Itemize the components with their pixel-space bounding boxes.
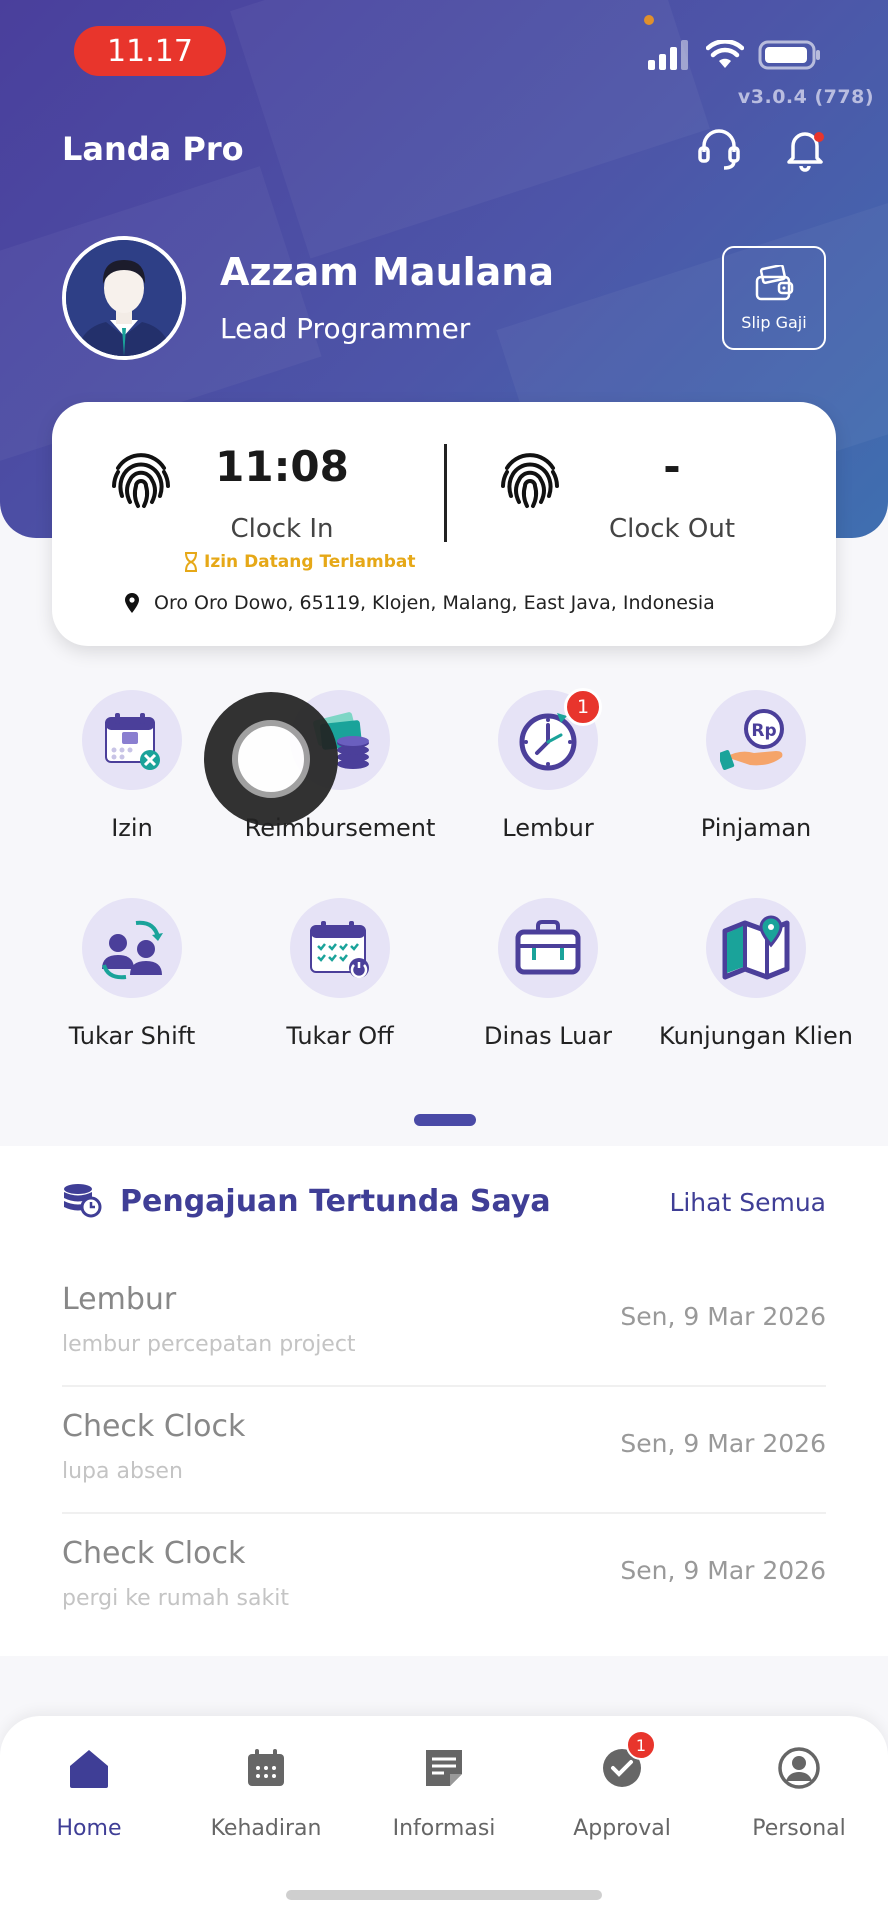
nav-label: Home (56, 1816, 122, 1841)
nav-label: Kehadiran (210, 1816, 322, 1841)
calendar-icon (248, 1749, 284, 1786)
clock-out-label: Clock Out (608, 514, 736, 544)
avatar[interactable] (62, 236, 186, 360)
briefcase-icon (515, 920, 581, 975)
touch-indicator-core (232, 720, 310, 798)
location-text: Oro Oro Dowo, 65119, Klojen, Malang, Eas… (154, 592, 715, 614)
home-icon (70, 1750, 108, 1788)
pending-item-subtitle: pergi ke rumah sakit (62, 1586, 289, 1611)
fingerprint-out-icon[interactable] (495, 444, 565, 514)
touch-indicator (204, 692, 338, 826)
clock-divider (444, 444, 447, 542)
nav-label: Informasi (392, 1816, 496, 1841)
calendar-cancel-icon (105, 713, 160, 770)
nav-personal[interactable]: Personal (719, 1740, 879, 1841)
late-permit-text: Izin Datang Terlambat (204, 552, 416, 572)
menu-item-pinjaman[interactable]: Rp Pinjaman (656, 690, 856, 842)
menu-item-tukar-off[interactable]: Tukar Off (240, 898, 440, 1050)
lembur-badge: 1 (564, 688, 602, 726)
pending-item[interactable]: Check Clock pergi ke rumah sakit Sen, 9 … (62, 1514, 826, 1641)
wallet-icon (755, 264, 794, 300)
support-button[interactable] (694, 124, 744, 174)
pending-item-title: Check Clock (62, 1409, 246, 1444)
signal-icon (648, 40, 688, 70)
page-indicator (414, 1114, 476, 1126)
pending-requests-section: Pengajuan Tertunda Saya Lihat Semua Lemb… (0, 1146, 888, 1656)
menu-label: Kunjungan Klien (659, 1022, 853, 1050)
document-icon (426, 1750, 462, 1786)
clock-in-time: 11:08 (215, 442, 349, 491)
pending-item-subtitle: lupa absen (62, 1459, 183, 1484)
pending-item-date: Sen, 9 Mar 2026 (620, 1429, 826, 1458)
menu-icon-wrap (290, 898, 390, 998)
hourglass-icon (185, 552, 197, 572)
pending-item[interactable]: Lembur lembur percepatan project Sen, 9 … (62, 1260, 826, 1387)
svg-text:Rp: Rp (751, 721, 776, 741)
menu-icon-wrap (498, 898, 598, 998)
location-pin-icon (125, 593, 139, 613)
pending-item[interactable]: Check Clock lupa absen Sen, 9 Mar 2026 (62, 1387, 826, 1514)
wifi-icon (706, 40, 744, 68)
menu-label: Pinjaman (700, 814, 812, 842)
menu-icon-wrap: Rp (706, 690, 806, 790)
user-circle-icon (778, 1747, 820, 1789)
pending-item-title: Lembur (62, 1282, 177, 1317)
pending-title: Pengajuan Tertunda Saya (120, 1184, 551, 1219)
menu-label: Tukar Off (286, 1022, 394, 1050)
app-version: v3.0.4 (778) (737, 86, 874, 108)
map-pin-icon (722, 915, 790, 980)
nav-home[interactable]: Home (9, 1740, 169, 1841)
headset-icon (698, 129, 740, 170)
nav-label: Approval (573, 1816, 671, 1841)
status-time: 11.17 (74, 26, 226, 76)
clock-in-label: Clock In (230, 514, 334, 544)
menu-icon-wrap: 1 (498, 688, 602, 790)
menu-label: Tukar Shift (68, 1022, 196, 1050)
battery-icon (758, 40, 820, 70)
menu-item-tukar-shift[interactable]: Tukar Shift (32, 898, 232, 1050)
location-row: Oro Oro Dowo, 65119, Klojen, Malang, Eas… (124, 592, 715, 614)
late-permit-note: Izin Datang Terlambat (184, 552, 415, 572)
user-avatar-icon (66, 240, 182, 356)
database-clock-icon (64, 1184, 102, 1218)
slip-gaji-button[interactable]: Slip Gaji (722, 246, 826, 350)
notification-dot (814, 132, 824, 142)
pending-item-subtitle: lembur percepatan project (62, 1332, 356, 1357)
menu-icon-wrap (706, 898, 806, 998)
notification-button[interactable] (780, 124, 830, 174)
nav-label: Personal (752, 1816, 846, 1841)
menu-icon-wrap (82, 898, 182, 998)
home-indicator (286, 1890, 602, 1900)
camera-indicator (644, 15, 654, 25)
user-role: Lead Programmer (220, 312, 471, 345)
menu-label: Izin (111, 814, 153, 842)
nav-informasi[interactable]: Informasi (364, 1740, 524, 1841)
pending-item-date: Sen, 9 Mar 2026 (620, 1556, 826, 1585)
menu-label: Lembur (502, 814, 594, 842)
menu-item-izin[interactable]: Izin (32, 690, 232, 842)
pending-item-date: Sen, 9 Mar 2026 (620, 1302, 826, 1331)
menu-icon-wrap (82, 690, 182, 790)
approval-badge: 1 (626, 1730, 656, 1760)
status-icons (648, 40, 822, 70)
fingerprint-in-icon[interactable] (106, 444, 176, 514)
nav-kehadiran[interactable]: Kehadiran (186, 1740, 346, 1841)
slip-gaji-label: Slip Gaji (741, 312, 807, 332)
app-title: Landa Pro (62, 130, 244, 168)
nav-approval[interactable]: 1 Approval (542, 1730, 702, 1841)
clock-out-time: - (663, 442, 681, 491)
see-all-link[interactable]: Lihat Semua (669, 1188, 826, 1217)
calendar-check-icon (310, 921, 369, 979)
menu-item-kunjungan-klien[interactable]: Kunjungan Klien (656, 898, 856, 1050)
swap-users-icon (102, 920, 163, 980)
menu-item-dinas-luar[interactable]: Dinas Luar (448, 898, 648, 1050)
menu-label: Dinas Luar (484, 1022, 612, 1050)
attendance-card: 11:08 Clock In Izin Datang Terlambat - C… (52, 402, 836, 646)
user-name: Azzam Maulana (220, 250, 554, 294)
loan-hand-icon: Rp (720, 709, 784, 770)
menu-item-lembur[interactable]: 1 Lembur (448, 688, 648, 842)
pending-item-title: Check Clock (62, 1536, 246, 1571)
